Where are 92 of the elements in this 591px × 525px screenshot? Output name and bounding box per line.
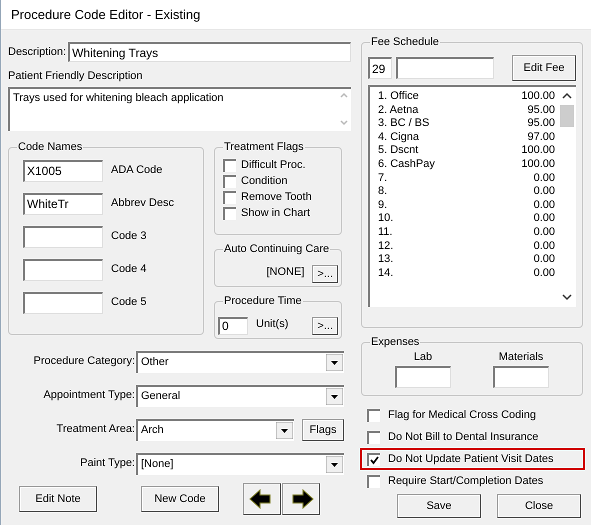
fee-name: 13.: [378, 253, 394, 267]
input-field[interactable]: Whitening Trays: [68, 42, 351, 62]
checkmark-icon: [370, 456, 379, 464]
input-field[interactable]: X1005: [23, 160, 103, 182]
fee-name: 14.: [378, 266, 394, 280]
checkbox-label: Show in Chart: [241, 206, 310, 220]
fee-amount: 0.00: [534, 172, 555, 186]
field-label: Materials: [498, 350, 544, 365]
checkbox[interactable]: [223, 190, 236, 204]
field-label: Appointment Type:: [42, 388, 136, 404]
input-field[interactable]: [396, 57, 494, 79]
checkbox-label: Do Not Update Patient Visit Dates: [388, 452, 554, 467]
checkbox[interactable]: [223, 158, 236, 172]
field-label: Code 5: [111, 295, 146, 310]
group-title: Expenses: [370, 334, 420, 350]
fee-amount: 0.00: [534, 253, 555, 267]
fee-amount: 0.00: [534, 240, 555, 254]
input-field[interactable]: [395, 366, 451, 388]
checkbox-label: Remove Tooth: [241, 190, 312, 204]
checkbox[interactable]: [367, 408, 380, 422]
input-field[interactable]: [23, 226, 103, 248]
fee-name: 11.: [378, 226, 394, 240]
checkbox-label: Difficult Proc.: [241, 158, 306, 172]
field-label: Paint Type:: [79, 456, 136, 472]
checkbox[interactable]: [367, 452, 380, 466]
fee-amount: 100.00: [521, 158, 555, 172]
fee-amount: 100.00: [521, 144, 555, 158]
dropdown[interactable]: [None]: [136, 452, 344, 474]
input-field[interactable]: [23, 292, 103, 314]
unit-label: Unit(s): [256, 317, 288, 332]
button[interactable]: Flags: [302, 418, 344, 440]
fee-name: 4. Cigna: [378, 130, 420, 144]
checkbox-label: Do Not Bill to Dental Insurance: [388, 430, 538, 445]
dropdown-arrow-icon: [326, 354, 343, 371]
fee-name: 3. BC / BS: [378, 117, 430, 131]
fee-amount: 95.00: [527, 104, 555, 118]
input-field[interactable]: WhiteTr: [23, 192, 103, 214]
fee-amount: 97.00: [527, 130, 555, 144]
checkbox[interactable]: [367, 430, 380, 444]
button[interactable]: Edit Fee: [512, 55, 576, 81]
previous-button[interactable]: [243, 482, 281, 514]
fee-amount: 0.00: [534, 226, 555, 240]
fee-name: 6. CashPay: [378, 158, 436, 172]
field-label: Treatment Area:: [56, 422, 136, 438]
fee-name: 2. Aetna: [378, 104, 420, 118]
fee-name: 1. Office: [378, 90, 420, 104]
button[interactable]: New Code: [141, 486, 219, 512]
checkbox[interactable]: [223, 206, 236, 220]
checkbox[interactable]: [223, 174, 236, 188]
fee-amount: 0.00: [534, 212, 555, 226]
next-button[interactable]: [282, 482, 320, 514]
fee-amount: 95.00: [527, 117, 555, 131]
dropdown-arrow-icon: [326, 456, 343, 473]
field-label: Description:: [8, 44, 66, 60]
fee-name: 10.: [378, 212, 394, 226]
fee-name: 8.: [378, 185, 388, 199]
fee-name: 12.: [378, 240, 394, 254]
button[interactable]: >...: [312, 264, 338, 282]
fee-amount: 0.00: [534, 185, 555, 199]
button[interactable]: Save: [397, 494, 481, 518]
care-value: [NONE]: [266, 265, 304, 280]
fee-name: 5. Dscnt: [378, 144, 420, 158]
dropdown-arrow-icon: [326, 388, 343, 405]
field-label: ADA Code: [111, 163, 162, 178]
fee-amount: 0.00: [534, 198, 555, 212]
input-field[interactable]: [23, 258, 103, 280]
checkbox-label: Condition: [241, 174, 288, 188]
dropdown-arrow-icon: [276, 422, 293, 439]
dropdown[interactable]: General: [136, 384, 344, 406]
field-label: Code 4: [111, 262, 146, 278]
text-area[interactable]: Trays used for whitening bleach application: [8, 86, 351, 130]
field-label: Patient Friendly Description: [8, 69, 144, 84]
fee-amount: 100.00: [521, 90, 555, 104]
checkbox[interactable]: [367, 474, 380, 488]
fee-name: 9.: [378, 198, 388, 212]
button[interactable]: Close: [497, 494, 581, 518]
dropdown[interactable]: Arch: [136, 418, 294, 440]
dropdown[interactable]: Other: [136, 350, 344, 372]
button[interactable]: Edit Note: [19, 486, 97, 512]
field-label: Abbrev Desc: [111, 196, 174, 212]
checkbox-label: Flag for Medical Cross Coding: [388, 408, 536, 423]
button[interactable]: >...: [312, 316, 338, 334]
field-label: Procedure Category:: [32, 354, 136, 370]
input-field[interactable]: 29: [368, 57, 392, 79]
field-label: Code 3: [111, 229, 146, 244]
fee-name: 7.: [378, 172, 388, 186]
fee-amount: 0.00: [534, 266, 555, 280]
field-label: Lab: [414, 350, 432, 365]
window-title: Procedure Code Editor - Existing: [11, 6, 200, 24]
checkbox-label: Require Start/Completion Dates: [388, 474, 544, 489]
input-field[interactable]: 0: [218, 316, 248, 334]
input-field[interactable]: [493, 366, 549, 388]
